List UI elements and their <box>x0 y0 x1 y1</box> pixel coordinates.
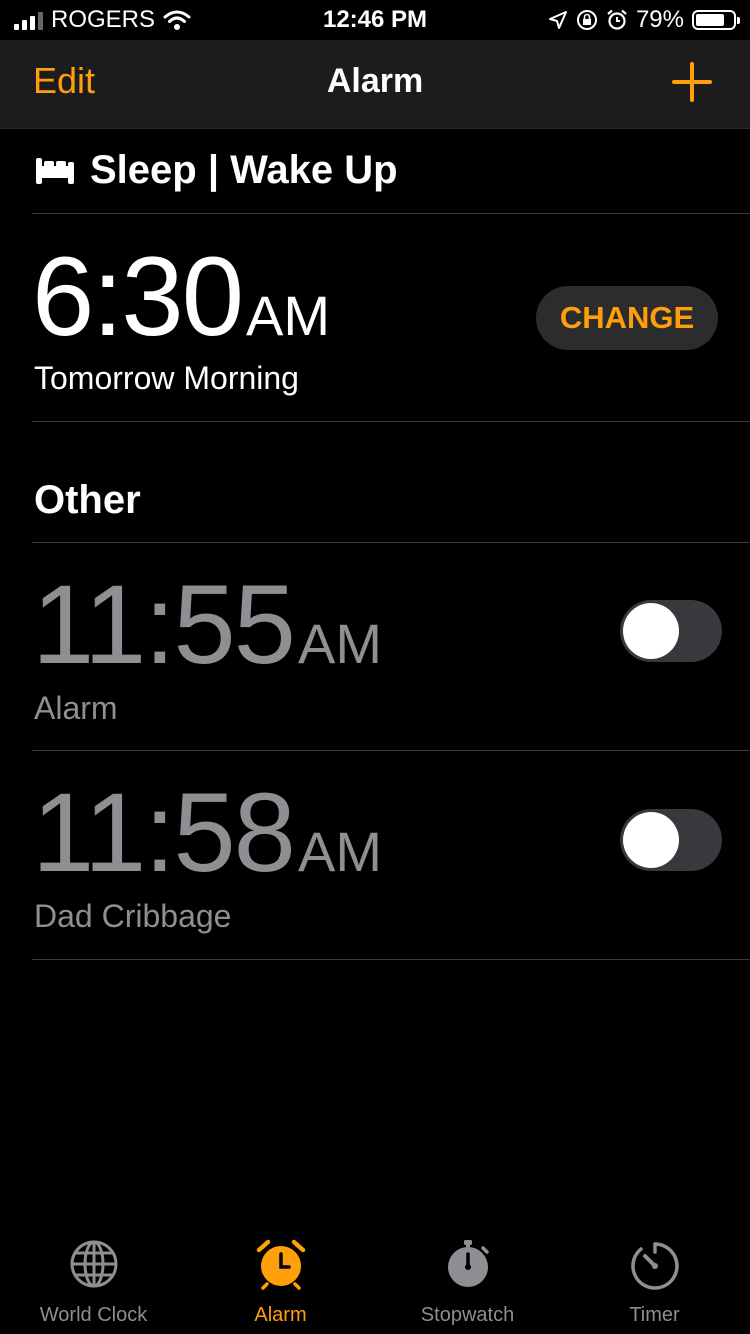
timer-icon <box>630 1242 679 1290</box>
alarm-time-ampm: AM <box>297 820 382 883</box>
other-section-title: Other <box>34 478 141 522</box>
alarm-time-ampm: AM <box>297 612 382 675</box>
sleep-section-header: Sleep | Wake Up <box>34 148 398 193</box>
navigation-bar: Edit Alarm <box>0 40 750 129</box>
sleep-time-digits: 6:30 <box>32 234 244 359</box>
status-bar: ROGERS 12:46 PM 79% <box>0 0 750 40</box>
alarm-time-digits: 11:58 <box>32 770 296 895</box>
tab-label: Alarm <box>254 1304 307 1326</box>
alarm-time: 11:58AM <box>32 768 382 897</box>
alarm-time-digits: 11:55 <box>32 562 296 687</box>
change-button[interactable]: CHANGE <box>536 286 718 350</box>
divider <box>32 750 750 751</box>
alarm-status-icon <box>607 9 627 30</box>
alarm-label: Alarm <box>34 690 118 726</box>
battery-icon <box>692 10 740 30</box>
orientation-lock-icon <box>576 10 597 30</box>
alarm-toggle[interactable] <box>620 600 722 662</box>
tab-label: Timer <box>629 1304 680 1326</box>
status-right: 79% <box>548 6 740 34</box>
tab-bar: World Clock Alarm Stopwatch Timer <box>0 1236 750 1334</box>
alarm-toggle[interactable] <box>620 809 722 871</box>
plus-icon[interactable] <box>670 60 714 104</box>
divider <box>32 213 750 214</box>
alarm-label: Dad Cribbage <box>34 898 232 934</box>
sleep-time-ampm: AM <box>245 284 330 347</box>
alarm-clock-icon <box>256 1239 305 1290</box>
tab-stopwatch[interactable]: Stopwatch <box>374 1236 561 1334</box>
globe-icon <box>70 1240 117 1288</box>
location-icon <box>548 11 567 29</box>
battery-fill <box>696 14 724 26</box>
sleep-section-title: Sleep | Wake Up <box>90 148 398 192</box>
sleep-alarm-label: Tomorrow Morning <box>34 360 299 396</box>
tab-label: World Clock <box>39 1304 148 1326</box>
tab-timer[interactable]: Timer <box>561 1236 748 1334</box>
tab-world-clock[interactable]: World Clock <box>0 1236 187 1334</box>
sleep-alarm-time: 6:30AM <box>32 232 330 361</box>
toggle-knob <box>623 812 679 868</box>
divider <box>32 542 750 543</box>
battery-percent: 79% <box>635 6 684 33</box>
toggle-knob <box>623 603 679 659</box>
divider <box>32 959 750 960</box>
tab-alarm[interactable]: Alarm <box>187 1236 374 1334</box>
bed-icon <box>36 157 74 184</box>
stopwatch-icon <box>447 1240 489 1287</box>
alarm-time: 11:55AM <box>32 560 382 689</box>
tab-label: Stopwatch <box>420 1304 515 1326</box>
page-title: Alarm <box>326 62 424 100</box>
divider <box>32 421 750 422</box>
